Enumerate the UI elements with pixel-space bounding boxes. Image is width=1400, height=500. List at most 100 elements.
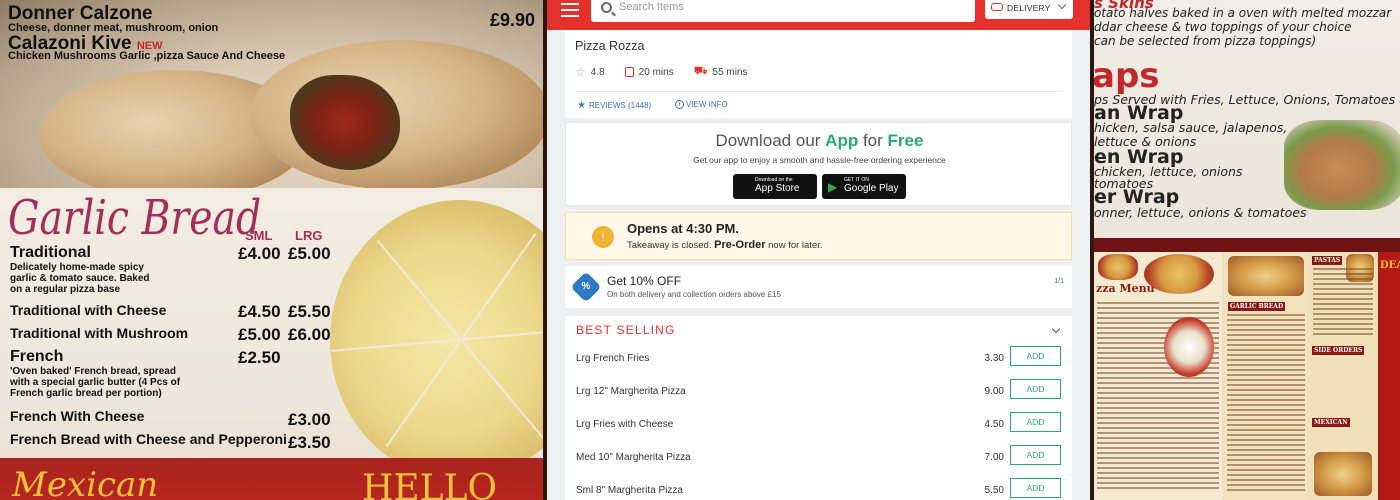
col-sml: SML xyxy=(245,228,273,243)
garlic-row-name: French Bread with Cheese and Pepperoni xyxy=(10,431,287,447)
info-icon: i xyxy=(675,100,684,109)
googleplay-big-label: Google Play xyxy=(844,183,899,194)
item-price: 7.00 xyxy=(984,452,1004,463)
download-app-banner: Download our App for Free Get our app to… xyxy=(565,122,1072,206)
menu-item-row: Med 10" Margherita Pizza 7.00 ADD xyxy=(565,445,1072,480)
offer-pager: 1/1 xyxy=(1054,278,1064,285)
menu-panel-title: SIDE ORDERS xyxy=(1312,346,1365,355)
collection-bag-icon xyxy=(624,67,634,77)
offer-title: Get 10% OFF xyxy=(607,274,682,288)
item-price: 9.00 xyxy=(984,386,1004,397)
menu-text-lines xyxy=(1224,314,1308,494)
restaurant-name: Pizza Rozza xyxy=(575,39,645,53)
menu-panel-title: MEXICAN xyxy=(1312,418,1350,427)
menu-panel-garlic: GARLIC BREAD xyxy=(1224,252,1308,500)
photo-separator xyxy=(1094,238,1400,252)
garlic-row-sml: £5.00 xyxy=(238,325,281,344)
play-icon: ▶ xyxy=(828,180,838,194)
garlic-row-sml: £4.00 xyxy=(238,244,281,263)
garlic-row-name: French xyxy=(10,348,64,365)
download-prefix: Download our xyxy=(715,131,821,150)
menu-item-row: Lrg French Fries 3.30 ADD xyxy=(565,346,1072,381)
alert-icon: ! xyxy=(592,226,614,248)
col-lrg: LRG xyxy=(295,228,323,243)
menu-panel-title: zza Menu xyxy=(1096,282,1155,295)
item-name: Lrg Fries with Cheese xyxy=(576,419,674,430)
chevron-down-icon xyxy=(1057,0,1067,10)
menu-panel-title: PASTAS xyxy=(1312,256,1343,265)
delivery-mode-select[interactable]: DELIVERY xyxy=(985,0,1073,19)
garlic-row-sml: £4.50 xyxy=(238,302,281,321)
wraps-title: aps xyxy=(1094,56,1160,96)
menu-item-row: Lrg Fries with Cheese 4.50 ADD xyxy=(565,412,1072,447)
preorder-text: Pre-Order xyxy=(714,239,766,251)
pizza-photo xyxy=(1164,317,1214,377)
add-button[interactable]: ADD xyxy=(1010,412,1061,432)
right-menu-photo: s Skins otato halves baked in a oven wit… xyxy=(1094,0,1400,500)
offer-card: % Get 10% OFF On both delivery and colle… xyxy=(565,266,1072,308)
add-button[interactable]: ADD xyxy=(1010,346,1061,366)
chevron-down-icon[interactable] xyxy=(1051,324,1061,334)
download-subtitle: Get our app to enjoy a smooth and hassle… xyxy=(693,155,946,165)
opens-closed-text: Takeaway is closed. xyxy=(627,240,712,251)
garlic-row-lrg: £3.50 xyxy=(288,433,331,452)
mexican-title: Mexican xyxy=(12,465,159,500)
ordering-app: Search Items DELIVERY Pizza Rozza ☆ 4.8 … xyxy=(547,0,1090,500)
item-name: Sml 8" Margherita Pizza xyxy=(576,485,683,496)
restaurant-meta: ☆ 4.8 20 mins ⛟ 55 mins xyxy=(575,65,748,79)
donner-price: £9.90 xyxy=(490,10,536,30)
skins-desc: otato halves baked in a oven with melted… xyxy=(1094,6,1392,20)
reviews-link[interactable]: ★ REVIEWS (1448) xyxy=(577,100,651,111)
screenshot-stage: Donner Calzone Cheese, donner meat, mush… xyxy=(0,0,1400,500)
menu-item-row: Sml 8" Margherita Pizza 5.50 ADD xyxy=(565,478,1072,500)
hello-text: HELLO xyxy=(362,468,497,500)
traditional-desc: Delicately home-made spicy garlic & toma… xyxy=(10,262,150,295)
nachos-photo xyxy=(1314,452,1372,496)
download-free-word: Free xyxy=(887,131,924,150)
star-icon: ☆ xyxy=(575,65,586,79)
garlic-row-lrg: £5.50 xyxy=(288,302,331,321)
item-name: Lrg French Fries xyxy=(576,353,650,364)
garlic-bread-title: Garlic Bread xyxy=(8,190,262,246)
skins-desc: ddar cheese & two toppings of your choic… xyxy=(1094,20,1352,34)
view-info-label: VIEW INFO xyxy=(686,100,728,109)
item-name: Med 10" Margherita Pizza xyxy=(576,452,691,463)
pizza-photo xyxy=(1098,254,1138,280)
french-desc: 'Oven baked' French bread, spread with a… xyxy=(10,366,181,399)
garlic-row-name: Traditional xyxy=(10,244,91,261)
search-placeholder: Search Items xyxy=(619,1,684,13)
delivery-bike-icon: ⛟ xyxy=(693,65,708,77)
opens-later-text: now for later. xyxy=(768,240,823,251)
download-app-word: App xyxy=(825,131,859,150)
add-button[interactable]: ADD xyxy=(1010,379,1061,399)
delivery-bike-icon xyxy=(991,3,1003,11)
collection-time: 20 mins xyxy=(638,66,674,78)
download-for-word: for xyxy=(862,131,883,150)
delivery-time: 55 mins xyxy=(712,66,748,78)
rating-value: 4.8 xyxy=(590,66,605,78)
item-price: 4.50 xyxy=(984,419,1004,430)
pizza-photo xyxy=(1144,254,1214,294)
best-selling-section: BEST SELLING Lrg French Fries 3.30 ADD L… xyxy=(565,316,1072,500)
search-icon xyxy=(601,2,612,13)
top-bar: Search Items DELIVERY xyxy=(547,0,1090,30)
add-button[interactable]: ADD xyxy=(1010,445,1061,465)
wrap-photo xyxy=(1284,120,1400,210)
menu-icon[interactable] xyxy=(561,3,579,17)
add-button[interactable]: ADD xyxy=(1010,478,1061,498)
reviews-link-label: REVIEWS (1448) xyxy=(588,101,652,110)
divider xyxy=(575,91,1062,92)
google-play-button[interactable]: ▶ GET IT ON Google Play xyxy=(822,174,906,199)
view-info-link[interactable]: i VIEW INFO xyxy=(675,100,728,109)
item-price: 5.50 xyxy=(984,485,1004,496)
opens-title: Opens at 4:30 PM. xyxy=(627,221,739,236)
left-menu-photo: Donner Calzone Cheese, donner meat, mush… xyxy=(0,0,543,500)
menu-panel-deals: DEAL xyxy=(1378,252,1400,500)
garlic-row-lrg: £5.00 xyxy=(288,244,331,263)
download-title: Download our App for Free xyxy=(566,131,1073,151)
discount-badge-icon: % xyxy=(570,271,602,303)
star-filled-icon: ★ xyxy=(577,100,586,111)
search-input[interactable]: Search Items xyxy=(591,0,975,22)
app-store-button[interactable]: Download on the App Store xyxy=(733,174,817,199)
opens-subtitle: Takeaway is closed. Pre-Order now for la… xyxy=(627,239,823,251)
